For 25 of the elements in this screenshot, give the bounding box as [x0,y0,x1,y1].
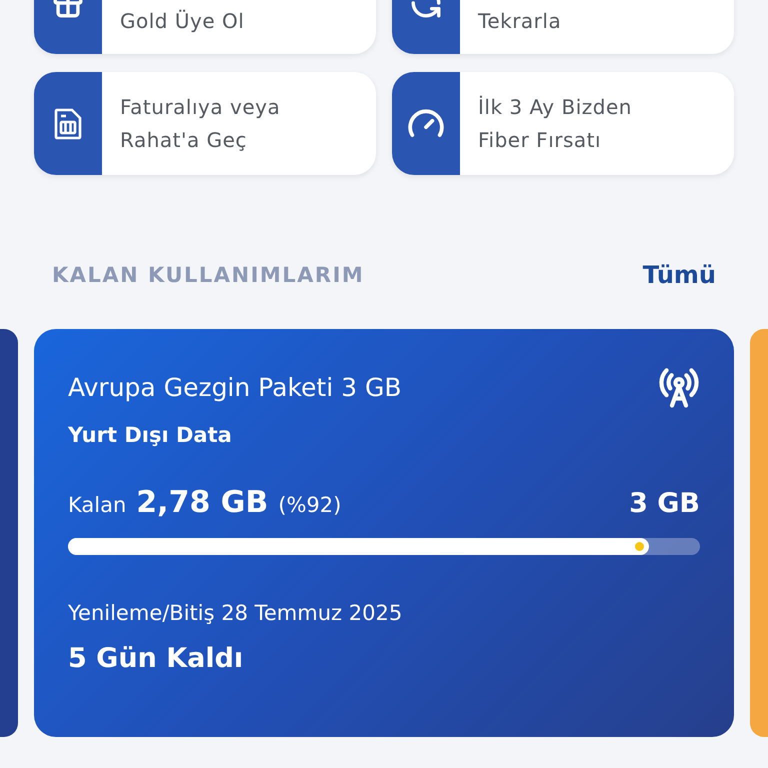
package-type: Yurt Dışı Data [68,423,232,447]
section-title: KALAN KULLANIMLARIM [52,263,364,287]
see-all-link[interactable]: Tümü [642,261,716,289]
tile-label: İlk 3 Ay Bizden [478,94,633,120]
tile-label: Gold Üye Ol [120,8,246,35]
tile-label: Rahat'a Geç [120,126,248,154]
antenna-icon [658,367,700,409]
next-card[interactable] [750,329,768,737]
sim-card-icon [53,106,83,140]
tile-label: Faturalıya veya [120,94,282,120]
package-name: Avrupa Gezgin Paketi 3 GB [68,373,402,402]
remaining-percent: (%92) [278,493,342,517]
previous-card[interactable] [0,329,18,737]
days-left: 5 Gün Kaldı [68,643,244,674]
renewal-date: Yenileme/Bitiş 28 Temmuz 2025 [68,601,402,625]
total-amount: 3 GB [629,488,700,519]
tile-label: Tekrarla [478,8,562,35]
remaining-amount: 2,78 GB [136,485,268,520]
promo-tile[interactable]: Gold Üye Ol [34,0,376,54]
usage-card[interactable]: Avrupa Gezgin Paketi 3 GB Yurt Dışı Data Kalan 2,78 GB (%92) 3 GB Yenileme/Bitiş 28 Temmuz 2025 5 Gün Kaldı [34,329,734,737]
remaining-label: Kalan [68,493,126,517]
promo-tile[interactable]: Tekrarla [392,0,734,54]
promo-tile[interactable]: İlk 3 Ay Bizden Fiber Fırsatı [392,72,734,175]
tile-label: Fiber Fırsatı [478,126,602,154]
promo-tile[interactable]: Faturalıya veya Rahat'a Geç [34,72,376,175]
